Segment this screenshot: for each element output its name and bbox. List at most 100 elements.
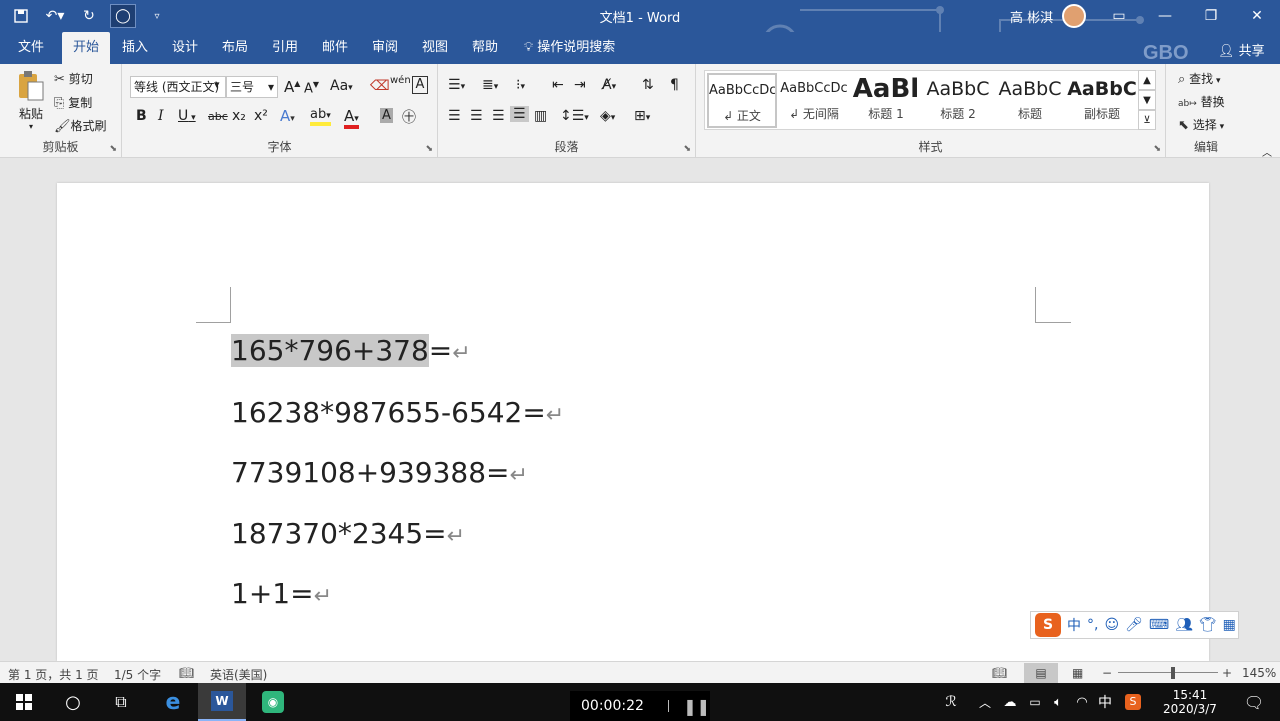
replace-button[interactable]: ab↦ 替换 (1178, 93, 1225, 110)
tab-file[interactable]: 文件 (8, 32, 54, 64)
keyboard-icon[interactable]: ⌨ (1149, 617, 1169, 633)
tab-view[interactable]: 视图 (414, 32, 456, 64)
font-name-combo[interactable]: 等线 (西文正文) (130, 76, 226, 98)
character-border-icon[interactable]: A (412, 76, 428, 94)
line-text[interactable]: 187370*2345= (231, 517, 447, 550)
more-styles-icon[interactable]: ⊻ (1138, 110, 1156, 130)
notification-icon[interactable]: 🗨︎ (1234, 683, 1274, 721)
cut-button[interactable]: ✂ 剪切 (54, 70, 93, 87)
print-layout-icon[interactable]: ▤ (1024, 663, 1058, 683)
ime-indicator[interactable]: 中 (1094, 683, 1116, 721)
collapse-ribbon-icon[interactable]: ︿ (1262, 144, 1272, 159)
word-count[interactable]: 1/5 个字 (114, 666, 161, 683)
cortana-icon[interactable]: ○ (50, 683, 96, 721)
web-layout-icon[interactable]: ▦ (1072, 666, 1083, 680)
subscript-button[interactable]: x₂ (232, 108, 246, 124)
recorder-app-icon[interactable]: ◉ (250, 683, 296, 721)
tell-me-search[interactable]: 💡︎ 操作说明搜索 (524, 32, 634, 64)
redo-icon[interactable]: ↻ (76, 4, 102, 28)
font-size-combo[interactable]: 三号 ▾ (226, 76, 278, 98)
numbering-icon[interactable]: ≣▾ (482, 77, 498, 93)
line-text[interactable]: 16238*987655-6542= (231, 396, 546, 429)
font-color-icon[interactable]: A▾ (344, 107, 359, 129)
line-text[interactable]: = (429, 334, 452, 367)
volume-icon[interactable]: 🔈︎ (1048, 683, 1068, 721)
document-page[interactable] (57, 183, 1209, 661)
increase-indent-icon[interactable]: ⇥ (574, 77, 586, 93)
tab-layout[interactable]: 布局 (214, 32, 256, 64)
bullets-icon[interactable]: ☰▾ (448, 77, 465, 93)
word-taskbar-icon[interactable]: W (198, 683, 246, 721)
minimize-button[interactable]: — (1142, 0, 1188, 32)
network-icon[interactable]: ◠ (1072, 683, 1092, 721)
selected-text[interactable]: 165*796+378 (231, 334, 429, 367)
close-button[interactable]: ✕ (1234, 0, 1280, 32)
sort-icon[interactable]: ⇅ (642, 77, 654, 93)
proofing-icon[interactable]: 📖︎ (179, 666, 194, 680)
save-icon[interactable] (8, 4, 34, 28)
share-button[interactable]: 👤︎ 共享 (1218, 40, 1265, 59)
customize-quick-access-icon[interactable]: ▿ (144, 4, 170, 28)
tab-help[interactable]: 帮助 (464, 32, 506, 64)
ime-mode[interactable]: 中 (1067, 615, 1081, 635)
text-line[interactable]: 165*796+378=↵ (231, 334, 471, 367)
tab-home[interactable]: 开始 (62, 32, 110, 64)
strikethrough-button[interactable]: abc (208, 110, 228, 123)
pause-icon[interactable]: ❚❚ (683, 697, 710, 716)
zoom-level[interactable]: 145% (1242, 666, 1276, 680)
paste-button[interactable]: 粘贴 ▾ (14, 70, 48, 131)
clear-formatting-icon[interactable]: ⌫ (370, 78, 390, 94)
chevron-up-icon[interactable]: ▲ (1138, 70, 1156, 90)
chevron-down-icon[interactable]: ▼ (1138, 90, 1156, 110)
distributed-icon[interactable]: ▥ (534, 108, 547, 124)
emoji-icon[interactable]: ☺ (1104, 617, 1119, 633)
decrease-indent-icon[interactable]: ⇤ (552, 77, 564, 93)
copy-button[interactable]: ⎘ 复制 (54, 94, 92, 111)
align-center-icon[interactable]: ☰ (470, 108, 483, 124)
style-heading-2[interactable]: AaBbC 标题 2 (923, 73, 993, 128)
enclose-characters-icon[interactable]: ㊉ (402, 107, 416, 127)
punctuation-icon[interactable]: °, (1087, 617, 1098, 633)
chevron-down-icon[interactable]: ▾ (214, 78, 220, 91)
phonetic-guide-button[interactable]: wén (390, 75, 411, 86)
page-count[interactable]: 第 1 页，共 1 页 (8, 666, 99, 683)
zoom-thumb[interactable] (1171, 667, 1175, 679)
tab-review[interactable]: 审阅 (364, 32, 406, 64)
style-normal[interactable]: AaBbCcDc ↲ 正文 (707, 73, 777, 128)
read-mode-icon[interactable]: 📖︎ (992, 666, 1007, 680)
text-line[interactable]: 187370*2345=↵ (231, 517, 465, 550)
line-text[interactable]: 1+1= (231, 577, 314, 610)
user-icon[interactable]: 👥︎ (1175, 617, 1193, 633)
restore-button[interactable]: ❐ (1188, 0, 1234, 32)
dialog-launcher-icon[interactable]: ⬊ (109, 144, 117, 154)
highlight-icon[interactable]: ab▾ (310, 107, 331, 126)
shading-icon[interactable]: ◈▾ (600, 108, 615, 124)
align-right-icon[interactable]: ☰ (492, 108, 505, 124)
zoom-out-icon[interactable]: − (1102, 666, 1112, 680)
tab-design[interactable]: 设计 (164, 32, 206, 64)
text-line[interactable]: 7739108+939388=↵ (231, 456, 528, 489)
undo-icon[interactable]: ↶▾ (42, 4, 68, 28)
style-subtitle[interactable]: AaBbC 副标题 (1067, 73, 1137, 128)
select-button[interactable]: ⬉ 选择 ▾ (1178, 116, 1224, 133)
tab-insert[interactable]: 插入 (114, 32, 156, 64)
superscript-button[interactable]: x² (254, 108, 268, 124)
line-text[interactable]: 7739108+939388= (231, 456, 510, 489)
italic-button[interactable]: I (158, 108, 164, 124)
text-effects-icon[interactable]: A▾ (280, 107, 295, 125)
format-painter-button[interactable]: 🖌︎格式刷 (54, 117, 107, 134)
text-line[interactable]: 1+1=↵ (231, 577, 332, 610)
tab-mailings[interactable]: 邮件 (314, 32, 356, 64)
microphone-icon[interactable]: 🎤︎ (1125, 617, 1143, 633)
sogou-tray-icon[interactable]: S (1122, 683, 1144, 721)
cloud-icon[interactable]: ☁ (998, 683, 1022, 721)
line-spacing-icon[interactable]: ↕☰▾ (560, 108, 589, 124)
bold-button[interactable]: B (136, 108, 147, 124)
zoom-in-icon[interactable]: + (1222, 666, 1232, 680)
style-heading-1[interactable]: AaBl 标题 1 (851, 73, 921, 128)
sogou-logo-icon[interactable]: S (1035, 613, 1061, 637)
zoom-slider[interactable] (1118, 672, 1218, 673)
find-button[interactable]: ⌕ 查找 ▾ (1178, 70, 1221, 87)
ribbon-display-options-icon[interactable]: ▭ (1096, 0, 1142, 32)
show-marks-icon[interactable]: ¶ (670, 77, 679, 93)
